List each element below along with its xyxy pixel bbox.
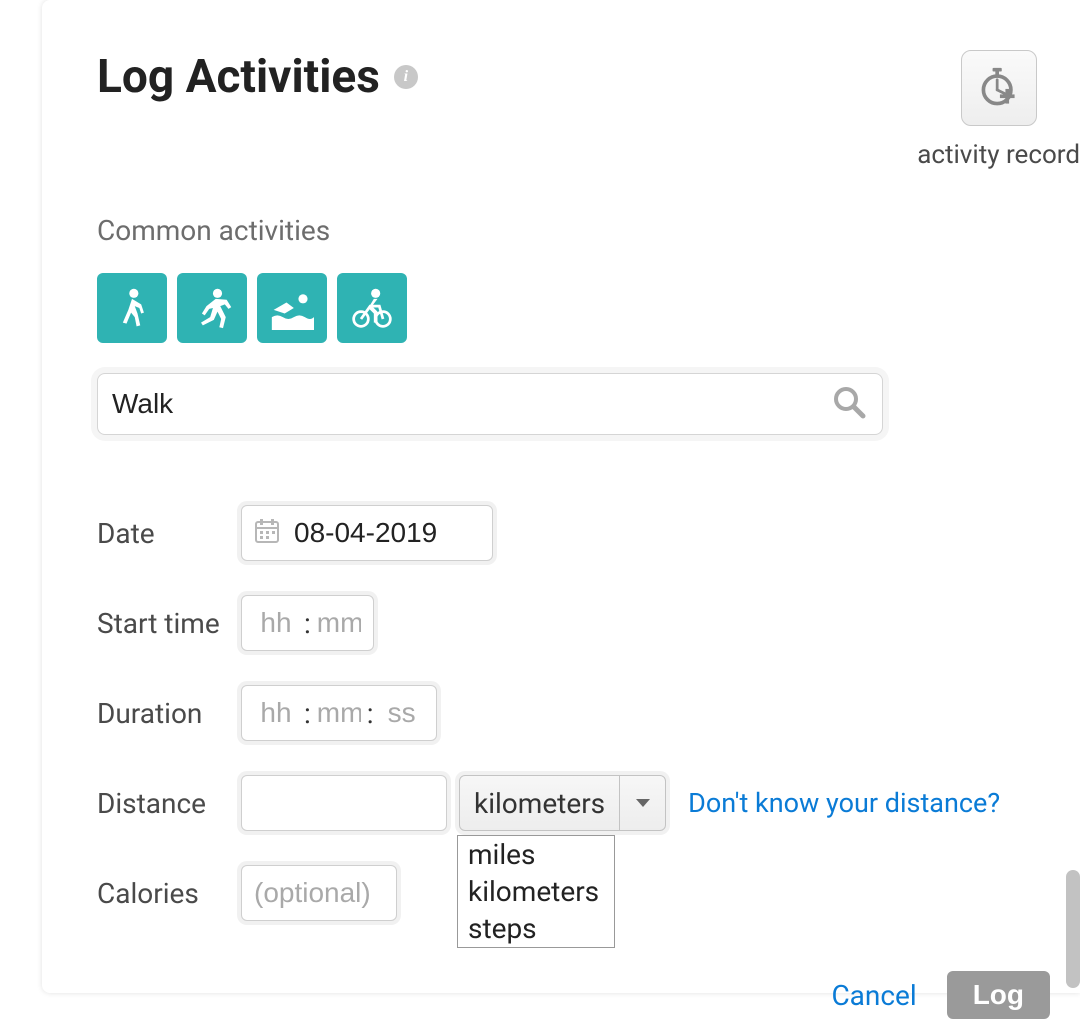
duration-mm-input[interactable] xyxy=(317,697,361,729)
distance-unit-dropdown: miles kilometers steps xyxy=(457,835,615,948)
date-input[interactable] xyxy=(294,517,474,549)
duration-label: Duration xyxy=(97,697,241,730)
activity-search-input[interactable] xyxy=(112,388,832,420)
activity-tile-swim[interactable] xyxy=(257,273,327,343)
duration-row: Duration : : xyxy=(97,685,1080,741)
swim-icon xyxy=(270,286,314,330)
activity-tile-run[interactable] xyxy=(177,273,247,343)
header-row: Log Activities i activity record xyxy=(97,50,1080,170)
activity-record-button[interactable] xyxy=(961,50,1037,126)
distance-input[interactable] xyxy=(254,787,434,819)
duration-field[interactable]: : : xyxy=(241,685,437,741)
start-mm-input[interactable] xyxy=(317,607,361,639)
date-row: Date xyxy=(97,505,1080,561)
unit-option-steps[interactable]: steps xyxy=(458,910,614,947)
duration-hh-input[interactable] xyxy=(254,697,298,729)
start-time-field[interactable]: : xyxy=(241,595,374,651)
date-label: Date xyxy=(97,517,241,550)
activity-form: Date Start time : Duration : : xyxy=(97,505,1080,921)
unit-option-miles[interactable]: miles xyxy=(458,836,614,873)
chevron-down-icon[interactable] xyxy=(619,776,665,830)
distance-label: Distance xyxy=(97,787,241,820)
calories-input[interactable] xyxy=(254,877,384,909)
time-sep: : xyxy=(304,697,311,730)
start-time-row: Start time : xyxy=(97,595,1080,651)
date-field[interactable] xyxy=(241,505,493,561)
log-button[interactable]: Log xyxy=(947,971,1050,1019)
run-icon xyxy=(190,286,234,330)
distance-field[interactable] xyxy=(241,775,447,831)
title-wrap: Log Activities i xyxy=(97,50,418,104)
time-sep: : xyxy=(367,697,374,730)
log-activities-panel: Log Activities i activity record xyxy=(42,0,1080,993)
start-hh-input[interactable] xyxy=(254,607,298,639)
dialog-footer: Cancel Log xyxy=(97,971,1080,1019)
activity-search[interactable] xyxy=(97,373,883,435)
duration-ss-input[interactable] xyxy=(380,697,424,729)
activity-record-col: activity record xyxy=(917,50,1080,170)
walk-icon xyxy=(110,286,154,330)
activity-record-label: activity record xyxy=(917,140,1080,170)
start-time-label: Start time xyxy=(97,607,241,640)
calories-field[interactable] xyxy=(241,865,397,921)
distance-unit-select[interactable]: kilometers miles kilometers steps xyxy=(459,775,666,831)
page-title: Log Activities xyxy=(97,50,380,104)
stopwatch-add-icon xyxy=(977,66,1021,110)
scrollbar-thumb[interactable] xyxy=(1066,870,1080,988)
search-icon[interactable] xyxy=(832,385,866,423)
distance-row: Distance kilometers miles kilometers ste… xyxy=(97,775,1080,831)
time-sep: : xyxy=(304,607,311,640)
distance-help-link[interactable]: Don't know your distance? xyxy=(688,787,1000,819)
cancel-button[interactable]: Cancel xyxy=(831,979,916,1012)
distance-unit-value: kilometers xyxy=(460,776,619,830)
unit-option-kilometers[interactable]: kilometers xyxy=(458,873,614,910)
activity-tile-walk[interactable] xyxy=(97,273,167,343)
calories-label: Calories xyxy=(97,877,241,910)
bike-icon xyxy=(350,286,394,330)
activity-tiles xyxy=(97,273,1080,343)
activity-tile-bike[interactable] xyxy=(337,273,407,343)
common-activities-label: Common activities xyxy=(97,214,1080,247)
calendar-icon[interactable] xyxy=(254,518,280,548)
info-icon[interactable]: i xyxy=(394,65,418,89)
